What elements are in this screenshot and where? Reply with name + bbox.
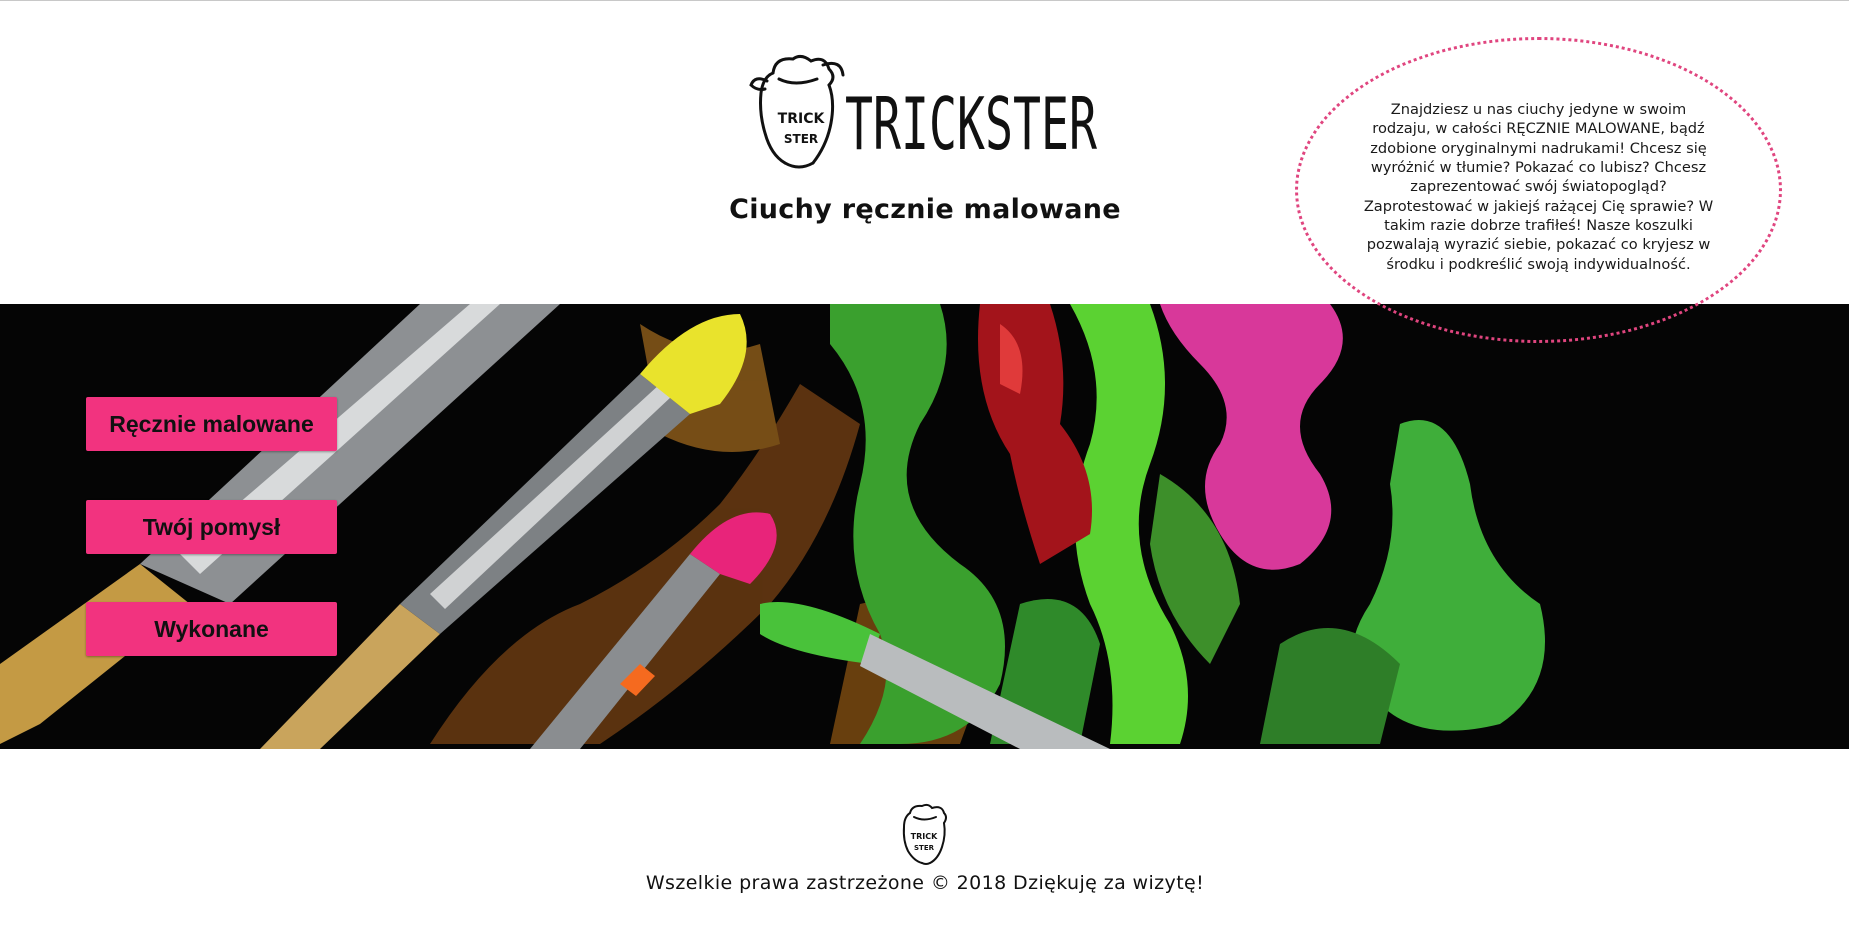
footer-jester-logo-icon: TRICK STER bbox=[902, 803, 947, 865]
logo-wordmark: TRICKSTER bbox=[845, 82, 1097, 166]
logo-badge-line1: TRICK bbox=[778, 111, 826, 127]
nav-button-recznie-malowane[interactable]: Ręcznie malowane bbox=[86, 397, 337, 451]
svg-text:TRICK: TRICK bbox=[911, 832, 938, 841]
site-footer: TRICK STER Wszelkie prawa zastrzeżone © … bbox=[0, 749, 1849, 943]
site-tagline: Ciuchy ręcznie malowane bbox=[729, 194, 1121, 225]
logo-badge-line2: STER bbox=[784, 132, 818, 146]
intro-speech-bubble: Znajdziesz u nas ciuchy jedyne w swoim r… bbox=[1295, 37, 1782, 343]
copyright-text: Wszelkie prawa zastrzeżone © 2018 Dzięku… bbox=[645, 872, 1205, 894]
trickster-logo[interactable]: TRICK STER TRICKSTER bbox=[745, 51, 1105, 176]
nav-button-wykonane[interactable]: Wykonane bbox=[86, 602, 337, 656]
intro-text: Znajdziesz u nas ciuchy jedyne w swoim r… bbox=[1363, 101, 1714, 273]
svg-text:STER: STER bbox=[914, 844, 935, 852]
nav-button-twoj-pomysl[interactable]: Twój pomysł bbox=[86, 500, 337, 554]
hero-banner: Ręcznie malowane Twój pomysł Wykonane bbox=[0, 304, 1849, 749]
